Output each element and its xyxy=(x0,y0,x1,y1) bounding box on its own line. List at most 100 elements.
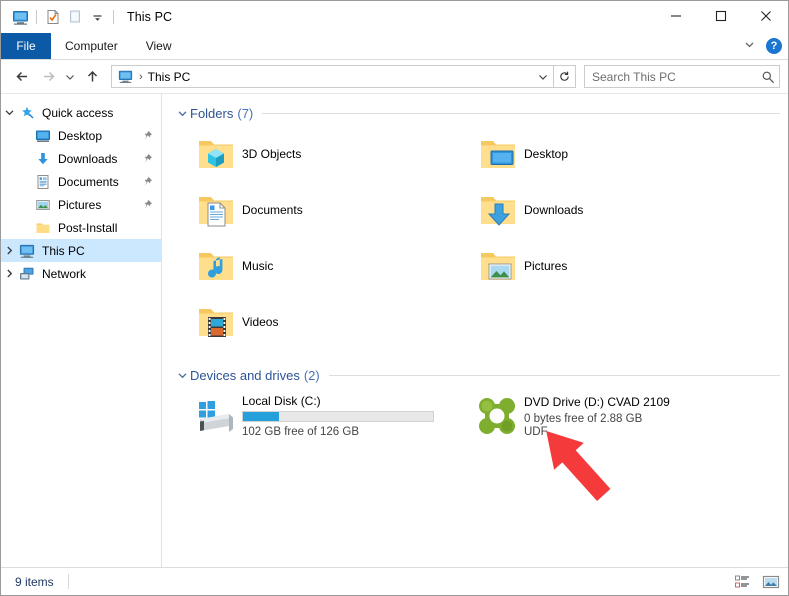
list-item-body: Local Disk (C:) 102 GB free of 126 GB xyxy=(242,394,434,438)
network-icon xyxy=(17,266,37,282)
group-header-devices[interactable]: Devices and drives (2) xyxy=(174,362,788,388)
sidebar-item-pictures[interactable]: Pictures xyxy=(1,193,161,216)
tab-computer[interactable]: Computer xyxy=(51,33,132,59)
file-explorer-window: This PC File Computer View ? › This PC S… xyxy=(0,0,789,596)
group-header-folders[interactable]: Folders (7) xyxy=(174,100,788,126)
expand-chevron-icon[interactable] xyxy=(1,107,17,118)
sidebar-item-label: Post-Install xyxy=(58,220,118,235)
downloads-icon xyxy=(33,151,53,167)
properties-icon[interactable] xyxy=(42,6,64,28)
view-mode-buttons xyxy=(731,572,782,592)
sidebar-item-network[interactable]: Network xyxy=(1,262,161,285)
ribbon-right-controls: ? xyxy=(743,33,782,59)
close-button[interactable] xyxy=(743,1,788,31)
pin-icon[interactable] xyxy=(142,153,153,164)
folder-3d-objects-icon xyxy=(190,136,242,172)
breadcrumb-current[interactable]: This PC xyxy=(148,70,191,84)
star-pin-icon xyxy=(17,105,37,121)
breadcrumb-separator[interactable]: › xyxy=(139,71,143,83)
breadcrumb-dropdown-icon[interactable] xyxy=(533,66,553,87)
new-folder-icon[interactable] xyxy=(64,6,86,28)
minimize-button[interactable] xyxy=(653,1,698,31)
group-rule xyxy=(262,112,780,114)
desktop-icon xyxy=(33,128,53,144)
folder-desktop-icon xyxy=(472,136,524,172)
forward-button[interactable] xyxy=(35,65,61,89)
sidebar-item-quick-access[interactable]: Quick access xyxy=(1,101,161,124)
help-icon[interactable]: ? xyxy=(766,38,782,54)
up-button[interactable] xyxy=(79,65,105,89)
ribbon-collapse-chevron-icon[interactable] xyxy=(743,38,756,54)
title-bar: This PC xyxy=(1,1,788,33)
item-name: Local Disk (C:) xyxy=(242,394,321,408)
tab-file[interactable]: File xyxy=(1,33,51,59)
list-item[interactable]: Pictures xyxy=(464,238,746,294)
large-icons-view-icon[interactable] xyxy=(760,572,782,592)
documents-icon xyxy=(33,174,53,190)
sidebar-item-documents[interactable]: Documents xyxy=(1,170,161,193)
toolbar-divider-2 xyxy=(113,10,114,24)
tab-view[interactable]: View xyxy=(132,33,186,59)
pin-icon[interactable] xyxy=(142,199,153,210)
group-title: Devices and drives xyxy=(190,367,300,383)
item-name: Pictures xyxy=(524,259,568,273)
list-item[interactable]: 3D Objects xyxy=(182,126,464,182)
devices-grid: Local Disk (C:) 102 GB free of 126 GB DV… xyxy=(174,388,788,444)
pictures-icon xyxy=(33,197,53,213)
folder-downloads-icon xyxy=(472,192,524,228)
sidebar-item-desktop[interactable]: Desktop xyxy=(1,124,161,147)
list-item[interactable]: DVD Drive (D:) CVAD 2109 0 bytes free of… xyxy=(464,388,746,444)
item-name: Desktop xyxy=(524,147,569,161)
group-count: (7) xyxy=(237,105,254,121)
list-item[interactable]: Downloads xyxy=(464,182,746,238)
folder-icon xyxy=(33,220,53,236)
search-input[interactable] xyxy=(585,68,757,85)
expand-chevron-icon[interactable] xyxy=(1,245,17,256)
refresh-button[interactable] xyxy=(554,65,576,88)
item-name: Music xyxy=(242,259,274,273)
this-pc-icon xyxy=(17,243,37,259)
breadcrumb[interactable]: › This PC xyxy=(111,65,554,88)
hard-drive-icon xyxy=(190,398,242,434)
list-item[interactable]: Music xyxy=(182,238,464,294)
pin-icon[interactable] xyxy=(142,130,153,141)
details-view-icon[interactable] xyxy=(731,572,753,592)
expand-chevron-icon[interactable] xyxy=(1,268,17,279)
list-item[interactable]: Videos xyxy=(182,294,464,350)
list-item[interactable]: Documents xyxy=(182,182,464,238)
list-item-body: Downloads xyxy=(524,203,583,217)
sidebar-item-downloads[interactable]: Downloads xyxy=(1,147,161,170)
list-item-body: Pictures xyxy=(524,259,567,273)
sidebar-item-label: Network xyxy=(42,266,87,281)
status-bar: 9 items xyxy=(1,567,788,595)
breadcrumb-this-pc-icon xyxy=(118,69,133,84)
list-item[interactable]: Local Disk (C:) 102 GB free of 126 GB xyxy=(182,388,464,444)
address-bar: › This PC xyxy=(1,60,788,94)
list-item-body: Videos xyxy=(242,315,278,329)
item-name: Documents xyxy=(242,203,303,217)
ribbon-tab-bar: File Computer View ? xyxy=(1,33,788,60)
search-icon[interactable] xyxy=(757,70,779,84)
search-box[interactable] xyxy=(584,65,780,88)
recent-locations-chevron-icon[interactable] xyxy=(61,65,79,89)
maximize-button[interactable] xyxy=(698,1,743,31)
collapse-chevron-icon[interactable] xyxy=(174,108,190,119)
list-item[interactable]: Desktop xyxy=(464,126,746,182)
sidebar-item-label: Downloads xyxy=(58,151,118,166)
quick-access-toolbar xyxy=(9,6,119,28)
sidebar-item-post-install[interactable]: Post-Install xyxy=(1,216,161,239)
main-body: Quick access Desktop Downloads Documents… xyxy=(1,94,788,567)
item-capacity: 0 bytes free of 2.88 GB xyxy=(524,412,643,425)
collapse-chevron-icon[interactable] xyxy=(174,370,190,381)
this-pc-icon[interactable] xyxy=(9,6,31,28)
item-count: 9 items xyxy=(15,574,54,589)
file-list-pane: Folders (7) 3D Objects Desktop Documents… xyxy=(162,94,788,567)
status-divider xyxy=(67,574,69,589)
pin-icon[interactable] xyxy=(142,176,153,187)
item-name: 3D Objects xyxy=(242,147,302,161)
sidebar-item-this-pc[interactable]: This PC xyxy=(1,239,161,262)
toolbar-divider xyxy=(36,10,37,24)
group-count: (2) xyxy=(303,367,320,383)
customize-toolbar-chevron-icon[interactable] xyxy=(86,6,108,28)
back-button[interactable] xyxy=(9,65,35,89)
